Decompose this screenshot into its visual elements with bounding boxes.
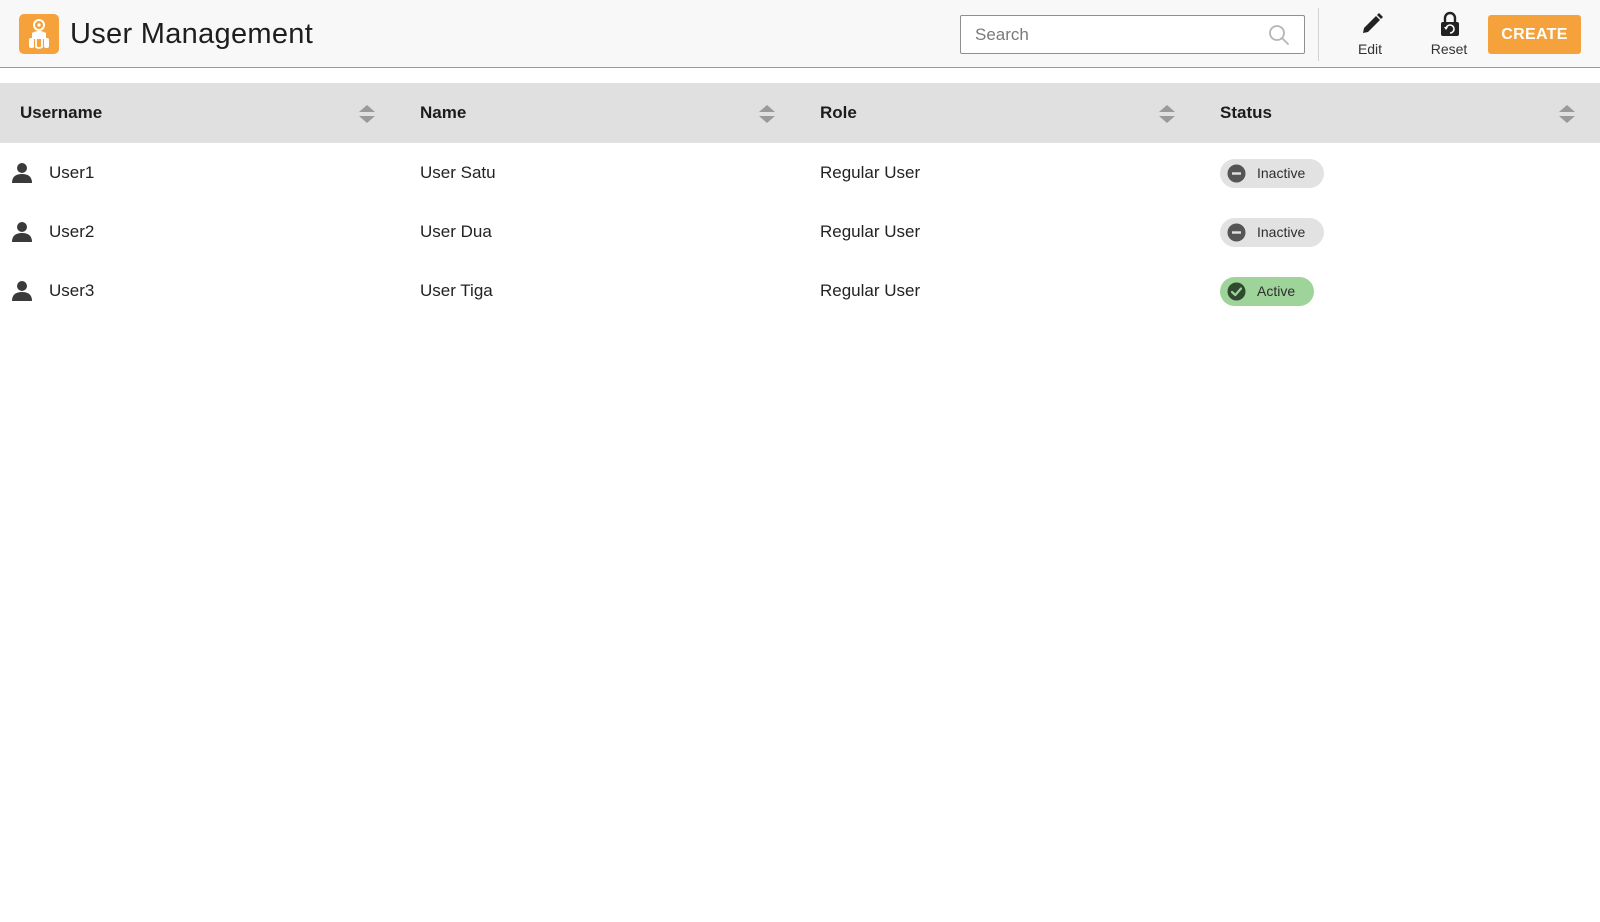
app-header: User Management Edit Reset CREATE (0, 0, 1600, 68)
status-badge: Inactive (1220, 159, 1324, 188)
toolbar-divider (1318, 8, 1319, 61)
user-icon (12, 163, 32, 183)
sort-icon[interactable] (1558, 103, 1576, 125)
status-badge: Inactive (1220, 218, 1324, 247)
table-row[interactable]: User3 User Tiga Regular User Active (0, 261, 1600, 320)
column-header-role[interactable]: Role (800, 83, 1200, 143)
role-cell: Regular User (820, 163, 921, 182)
check-circle-icon (1227, 282, 1246, 301)
column-header-status[interactable]: Status (1200, 83, 1600, 143)
status-badge: Active (1220, 277, 1314, 306)
user-icon (12, 281, 32, 301)
app-logo-icon (19, 14, 59, 54)
minus-circle-icon (1227, 223, 1246, 242)
lock-icon (1441, 11, 1459, 36)
role-cell: Regular User (820, 222, 921, 241)
status-text: Active (1257, 283, 1296, 299)
edit-button[interactable]: Edit (1340, 8, 1400, 62)
minus-circle-icon (1227, 164, 1246, 183)
create-button[interactable]: CREATE (1488, 15, 1581, 54)
sort-icon[interactable] (358, 103, 376, 125)
table-header: Username Name Role Status (0, 83, 1600, 143)
column-label: Status (1220, 103, 1272, 122)
name-cell: User Satu (420, 163, 496, 182)
name-cell: User Tiga (420, 281, 493, 300)
column-header-username[interactable]: Username (0, 83, 400, 143)
username-cell: User2 (49, 222, 95, 241)
column-label: Role (820, 103, 857, 122)
status-text: Inactive (1257, 165, 1306, 181)
sort-icon[interactable] (1158, 103, 1176, 125)
page-title: User Management (70, 18, 314, 50)
column-header-name[interactable]: Name (400, 83, 800, 143)
pencil-icon (1363, 13, 1383, 33)
search-box[interactable] (960, 15, 1305, 54)
name-cell: User Dua (420, 222, 492, 241)
column-label: Name (420, 103, 467, 122)
table-row[interactable]: User1 User Satu Regular User Inactive (0, 143, 1600, 202)
username-cell: User3 (49, 281, 95, 300)
search-input[interactable] (961, 16, 1261, 53)
user-icon (12, 222, 32, 242)
edit-label: Edit (1357, 41, 1383, 57)
username-cell: User1 (49, 163, 95, 182)
sort-icon[interactable] (758, 103, 776, 125)
role-cell: Regular User (820, 281, 921, 300)
column-label: Username (20, 103, 103, 122)
reset-button[interactable]: Reset (1419, 8, 1479, 62)
reset-label: Reset (1430, 41, 1468, 57)
table-row[interactable]: User2 User Dua Regular User Inactive (0, 202, 1600, 261)
status-text: Inactive (1257, 224, 1306, 240)
search-icon[interactable] (1268, 24, 1290, 46)
